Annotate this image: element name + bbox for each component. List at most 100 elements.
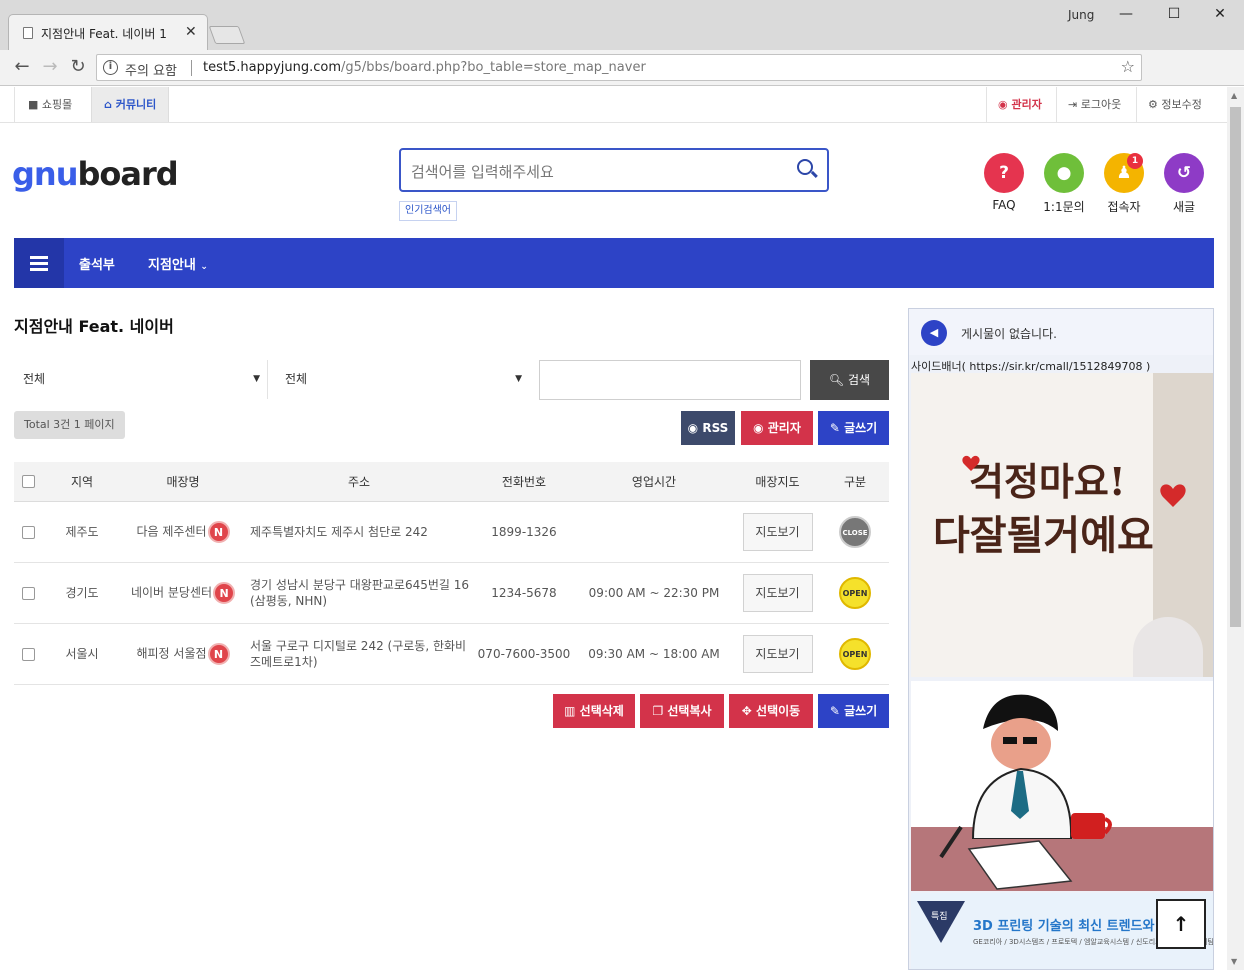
- topbar-admin-link[interactable]: ◉ 관리자: [986, 87, 1054, 122]
- status-badge: OPEN: [839, 576, 871, 609]
- region-select-value: 전체: [23, 372, 46, 386]
- topbar-logout-link[interactable]: ⇥ 로그아웃: [1056, 87, 1133, 122]
- history-icon[interactable]: ↺: [1164, 153, 1204, 193]
- banner-title: 3D 프린팅 기술의 최신 트렌드와 전망: [973, 919, 1183, 934]
- scroll-up-icon[interactable]: ▲: [1231, 91, 1237, 100]
- popular-keywords-button[interactable]: 인기검색어: [399, 201, 457, 221]
- cell-phone: 1899-1326: [474, 501, 574, 563]
- calligraphy-line-2: 다잘될거예요: [933, 512, 1154, 559]
- banner-worry-not[interactable]: 걱정마요! 다잘될거예요: [911, 373, 1213, 677]
- topbar-community-link[interactable]: ⌂ 커뮤니티: [91, 87, 170, 122]
- nav-item-stores[interactable]: 지점안내 ⌄: [148, 254, 208, 273]
- cell-store-name[interactable]: 다음 제주센터 N: [122, 501, 244, 563]
- cell-phone: 070-7600-3500: [474, 623, 574, 685]
- menu-hamburger-icon[interactable]: [14, 238, 64, 288]
- logout-icon: ⇥: [1068, 98, 1078, 111]
- bag-icon: ■: [28, 98, 39, 111]
- logo-part-board: board: [77, 155, 178, 193]
- scrollbar-thumb[interactable]: [1230, 107, 1241, 627]
- table-row: 경기도 네이버 분당센터 N 경기 성남시 분당구 대왕판교로645번길 16 (…: [14, 562, 889, 624]
- copy-selected-button[interactable]: ❐ 선택복사: [640, 694, 724, 728]
- delete-selected-button[interactable]: ▥ 선택삭제: [553, 694, 635, 728]
- bookmark-star-icon[interactable]: ☆: [1121, 57, 1135, 76]
- scroll-top-button[interactable]: ↑: [1156, 899, 1206, 949]
- banner-illustration[interactable]: [911, 681, 1213, 891]
- select-arrow-icon: ▼: [515, 374, 522, 384]
- topbar-shop-link[interactable]: ■ 쇼핑몰: [16, 87, 84, 122]
- rss-button[interactable]: ◉ RSS: [681, 411, 735, 445]
- logo-part-gnu: gnu: [12, 155, 78, 193]
- megaphone-icon: ◀: [921, 320, 947, 346]
- site-search-input[interactable]: 검색어를 입력해주세요: [399, 148, 829, 192]
- scroll-down-icon[interactable]: ▼: [1231, 957, 1237, 966]
- address-bar[interactable]: i 주의 요함 test5.happyjung.com/g5/bbs/board…: [96, 54, 1142, 81]
- region-select[interactable]: 전체 ▼: [14, 360, 266, 399]
- field-select[interactable]: 전체 ▼: [276, 360, 528, 399]
- move-selected-button[interactable]: ✥ 선택이동: [729, 694, 813, 728]
- security-label[interactable]: 주의 요함: [125, 60, 177, 79]
- site-logo[interactable]: gnuboard: [12, 155, 179, 193]
- board-search-input[interactable]: [539, 360, 801, 400]
- cell-region: 경기도: [42, 562, 122, 624]
- select-arrow-icon: ▼: [253, 374, 260, 384]
- store-name-link[interactable]: 다음 제주센터: [136, 524, 206, 538]
- select-all-checkbox[interactable]: [14, 462, 42, 502]
- row-checkbox[interactable]: [14, 501, 42, 563]
- cell-hours: [574, 501, 734, 563]
- write-button-bottom[interactable]: ✎ 글쓰기: [818, 694, 889, 728]
- map-view-button[interactable]: 지도보기: [742, 573, 813, 612]
- cell-map: 지도보기: [734, 623, 821, 685]
- cell-store-name[interactable]: 네이버 분당센터 N: [122, 562, 244, 624]
- col-store-name: 매장명: [122, 462, 244, 502]
- divider: [191, 60, 192, 76]
- faq-icon[interactable]: ?: [984, 153, 1024, 193]
- nav-item-attendance[interactable]: 출석부: [79, 254, 115, 273]
- sidebar: ◀ 게시물이 없습니다. 사이드배너( https://sir.kr/cmall…: [908, 308, 1214, 970]
- field-select-value: 전체: [285, 372, 308, 386]
- col-address: 주소: [244, 462, 474, 502]
- back-icon[interactable]: ←: [10, 56, 34, 77]
- visitors-label[interactable]: 접속자: [1094, 198, 1154, 215]
- chat-icon[interactable]: ●: [1044, 153, 1084, 193]
- calligraphy-image: 걱정마요! 다잘될거예요: [933, 455, 1186, 559]
- topbar-community-label: 커뮤니티: [115, 98, 157, 111]
- profile-name[interactable]: Jung: [1068, 8, 1094, 22]
- cell-hours: 09:30 AM ~ 18:00 AM: [574, 623, 734, 685]
- admin-button[interactable]: ◉ 관리자: [741, 411, 813, 445]
- write-button[interactable]: ✎ 글쓰기: [818, 411, 889, 445]
- cell-region: 서울시: [42, 623, 122, 685]
- store-name-link[interactable]: 네이버 분당센터: [131, 585, 212, 599]
- row-checkbox[interactable]: [14, 562, 42, 624]
- forward-icon[interactable]: →: [38, 56, 62, 77]
- window-close-icon[interactable]: ✕: [1210, 6, 1230, 22]
- tab-close-icon[interactable]: ✕: [185, 24, 197, 40]
- search-icon[interactable]: [797, 159, 813, 175]
- board-search-label: 검색: [847, 373, 871, 387]
- col-status: 구분: [821, 462, 889, 502]
- board-search-button[interactable]: 🔍︎ 검색: [810, 360, 889, 400]
- topbar-profile-link[interactable]: ⚙ 정보수정: [1136, 87, 1214, 122]
- url-text[interactable]: test5.happyjung.com/g5/bbs/board.php?bo_…: [203, 60, 646, 75]
- info-icon[interactable]: i: [103, 60, 118, 75]
- row-checkbox[interactable]: [14, 623, 42, 685]
- cell-status: OPEN: [821, 623, 889, 685]
- browser-tab[interactable]: 지점안내 Feat. 네이버 1 ✕: [8, 14, 208, 50]
- cell-store-name[interactable]: 해피정 서울점 N: [122, 623, 244, 685]
- minimize-icon[interactable]: —: [1116, 6, 1136, 22]
- cell-map: 지도보기: [734, 562, 821, 624]
- tab-title: 지점안내 Feat. 네이버 1: [41, 27, 167, 41]
- store-name-link[interactable]: 해피정 서울점: [136, 646, 206, 660]
- map-view-button[interactable]: 지도보기: [742, 634, 813, 673]
- write-label: 글쓰기: [844, 421, 878, 435]
- faq-label[interactable]: FAQ: [974, 198, 1034, 212]
- qa-label[interactable]: 1:1문의: [1034, 198, 1094, 215]
- topbar-admin-label: 관리자: [1011, 98, 1042, 111]
- banner-caption: 사이드배너( https://sir.kr/cmall/1512849708 ): [911, 360, 1151, 373]
- new-posts-label[interactable]: 새글: [1154, 198, 1214, 215]
- nav-item-stores-label: 지점안내: [148, 258, 196, 273]
- maximize-icon[interactable]: ☐: [1164, 6, 1184, 22]
- map-view-button[interactable]: 지도보기: [742, 512, 813, 551]
- page-scrollbar[interactable]: ▲ ▼: [1227, 87, 1244, 970]
- reload-icon[interactable]: ↻: [66, 56, 90, 77]
- new-tab-button[interactable]: [208, 26, 246, 44]
